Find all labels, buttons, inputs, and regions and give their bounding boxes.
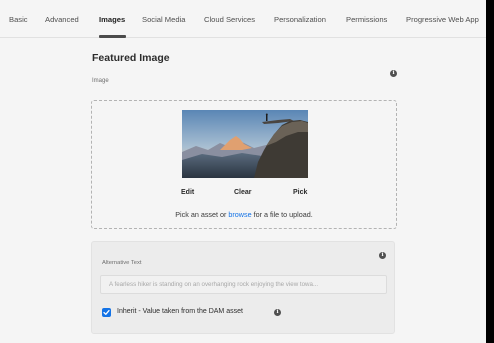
info-icon[interactable]: i xyxy=(390,70,397,77)
alt-text-input[interactable]: A fearless hiker is standing on an overh… xyxy=(100,275,387,294)
upload-hint-text-end: for a file to upload. xyxy=(251,210,313,219)
section-title: Featured Image xyxy=(92,52,170,64)
tab-permissions[interactable]: Permissions xyxy=(346,15,387,24)
info-icon[interactable]: i xyxy=(274,309,281,316)
upload-hint: Pick an asset or browse for a file to up… xyxy=(92,210,396,219)
inherit-label: Inherit - Value taken from the DAM asset xyxy=(117,308,243,315)
image-thumbnail xyxy=(182,110,308,178)
clear-button[interactable]: Clear xyxy=(234,189,252,196)
checkmark-icon xyxy=(103,309,110,315)
tab-cloud-services[interactable]: Cloud Services xyxy=(204,15,255,24)
inherit-checkbox[interactable] xyxy=(102,308,111,317)
active-tab-indicator xyxy=(99,35,126,38)
tab-advanced[interactable]: Advanced xyxy=(45,15,79,24)
image-field-label: Image xyxy=(92,78,109,84)
tab-bar: Basic Advanced Images Social Media Cloud… xyxy=(0,0,486,38)
tab-images[interactable]: Images xyxy=(99,15,125,24)
browse-link[interactable]: browse xyxy=(228,210,251,219)
alt-text-panel: Alternative Text i A fearless hiker is s… xyxy=(91,241,395,334)
tab-progressive-web-app[interactable]: Progressive Web App xyxy=(406,15,479,24)
tab-social-media[interactable]: Social Media xyxy=(142,15,185,24)
tab-personalization[interactable]: Personalization xyxy=(274,15,326,24)
page-properties-dialog: Basic Advanced Images Social Media Cloud… xyxy=(0,0,486,343)
tab-basic[interactable]: Basic xyxy=(9,15,28,24)
mountain-landscape-image xyxy=(182,110,308,178)
pick-button[interactable]: Pick xyxy=(293,189,307,196)
info-icon[interactable]: i xyxy=(379,252,386,259)
alt-text-label: Alternative Text xyxy=(102,260,142,266)
edit-button[interactable]: Edit xyxy=(181,189,194,196)
upload-hint-text: Pick an asset or xyxy=(175,210,229,219)
image-dropzone[interactable]: Edit Clear Pick Pick an asset or browse … xyxy=(91,100,397,229)
